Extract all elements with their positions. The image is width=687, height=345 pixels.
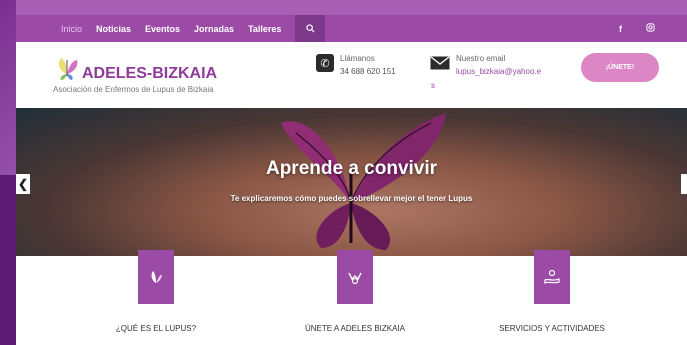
butterfly-icon	[151, 271, 162, 283]
hero-slider: Aprende a convivir Te explicaremos cómo …	[16, 108, 687, 256]
email-label: Nuestro email	[456, 54, 506, 63]
features-section: ¿QUÉ ES EL LUPUS? ÚNETE A ADELES BIZKAIA…	[16, 250, 687, 345]
feature-badge	[534, 250, 570, 304]
nav-item-talleres[interactable]: Talleres	[248, 24, 281, 34]
hero-title: Aprende a convivir	[265, 158, 438, 179]
phone-label: Llámanos	[340, 54, 375, 63]
nav-item-inicio[interactable]: Inicio	[61, 24, 82, 34]
feature-what-is-lupus[interactable]: ¿QUÉ ES EL LUPUS?	[56, 250, 256, 345]
phone-icon: ✆	[316, 54, 334, 72]
slider-prev-button[interactable]: ❮	[16, 174, 30, 194]
brand-name[interactable]: ADELES-BIZKAIA	[82, 65, 217, 83]
email-link-tail[interactable]: s	[431, 81, 435, 90]
chevron-left-icon: ❮	[17, 177, 29, 191]
phone-number[interactable]: 34 688 620 151	[340, 67, 396, 76]
slider-next-button[interactable]	[681, 174, 687, 194]
hero-subtitle: Te explicaremos cómo puedes sobrellevar …	[230, 194, 473, 203]
background-stripe	[0, 175, 16, 345]
join-button[interactable]: ¡ÚNETE!	[581, 53, 659, 82]
facebook-icon[interactable]: f	[619, 24, 622, 34]
butterfly-logo-icon[interactable]	[52, 52, 82, 82]
feature-title[interactable]: ÚNETE A ADELES BIZKAIA	[255, 324, 455, 333]
hero-overlay	[16, 108, 687, 256]
site-header: ADELES-BIZKAIA Asociación de Enfermos de…	[16, 42, 687, 108]
feature-badge	[138, 250, 174, 304]
feature-services[interactable]: SERVICIOS Y ACTIVIDADES	[452, 250, 652, 345]
search-icon	[306, 24, 315, 33]
email-link[interactable]: lupus_bizkaia@yahoo.e	[456, 67, 541, 76]
hands-icon	[348, 272, 362, 285]
social-links: f	[619, 15, 687, 42]
search-button[interactable]	[295, 15, 326, 42]
nav-item-noticias[interactable]: Noticias	[96, 24, 131, 34]
nav-item-eventos[interactable]: Eventos	[145, 24, 180, 34]
top-nav: Inicio Noticias Eventos Jornadas Tallere…	[16, 15, 687, 42]
instagram-icon[interactable]	[646, 23, 655, 34]
feature-title[interactable]: ¿QUÉ ES EL LUPUS?	[56, 324, 256, 333]
nav-item-jornadas[interactable]: Jornadas	[194, 24, 234, 34]
hand-care-icon	[544, 269, 560, 284]
feature-badge	[337, 250, 373, 304]
top-strip	[16, 0, 687, 15]
browser-page: Inicio Noticias Eventos Jornadas Tallere…	[16, 0, 687, 345]
feature-join[interactable]: ÚNETE A ADELES BIZKAIA	[255, 250, 455, 345]
mail-icon	[430, 56, 450, 70]
brand-subtitle: Asociación de Enfermos de Lupus de Bizka…	[53, 85, 214, 94]
feature-title[interactable]: SERVICIOS Y ACTIVIDADES	[452, 324, 652, 333]
